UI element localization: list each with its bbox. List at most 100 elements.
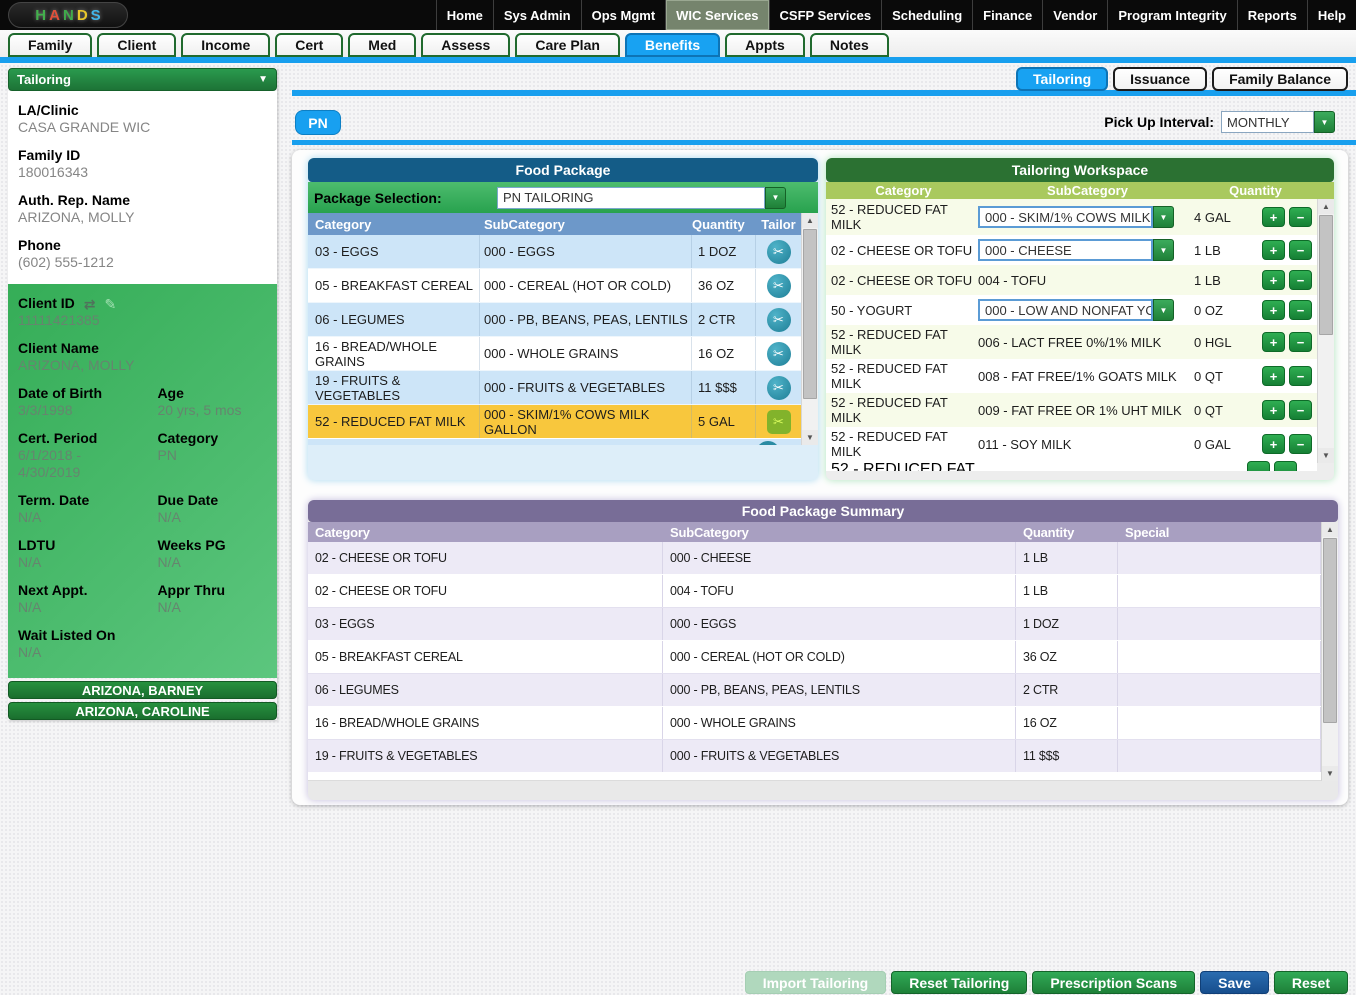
category-cell: 52 - REDUCED FAT MILK: [826, 361, 978, 391]
tab-cert[interactable]: Cert: [275, 33, 343, 57]
quantity-increase-button[interactable]: +: [1262, 332, 1285, 352]
save-button[interactable]: Save: [1200, 971, 1269, 994]
tab-income[interactable]: Income: [181, 33, 270, 57]
prescription-scans-button[interactable]: Prescription Scans: [1032, 971, 1195, 994]
reset-button[interactable]: Reset: [1274, 971, 1348, 994]
dropdown-arrow-icon[interactable]: ▼: [765, 187, 786, 209]
package-selection-value[interactable]: PN TAILORING: [497, 187, 765, 209]
quantity-decrease-button[interactable]: −: [1289, 332, 1312, 352]
quantity-cell: 1 LB: [1194, 243, 1258, 258]
subcategory-dropdown[interactable]: 000 - CHEESE ▼: [978, 239, 1194, 261]
column-header-category: Category: [308, 217, 480, 232]
scroll-down-icon[interactable]: ▼: [1318, 448, 1334, 463]
quantity-decrease-button[interactable]: −: [1289, 434, 1312, 454]
sidebar-section-dropdown[interactable]: Tailoring ▼: [8, 68, 277, 91]
quantity-increase-button[interactable]: +: [1262, 400, 1285, 420]
dropdown-arrow-icon[interactable]: ▼: [1153, 239, 1174, 261]
tab-med[interactable]: Med: [348, 33, 416, 57]
nav-item-vendor[interactable]: Vendor: [1042, 0, 1107, 30]
scroll-down-icon[interactable]: ▼: [1322, 766, 1338, 781]
nav-item-reports[interactable]: Reports: [1237, 0, 1307, 30]
scissors-icon[interactable]: ✂: [767, 410, 791, 434]
subcategory-dropdown[interactable]: 000 - LOW AND NONFAT YOG ▼: [978, 299, 1194, 321]
tab-assess[interactable]: Assess: [421, 33, 510, 57]
category-tab-pn[interactable]: PN: [295, 110, 341, 135]
quantity-decrease-button[interactable]: −: [1289, 270, 1312, 290]
view-tab-tailoring[interactable]: Tailoring: [1016, 67, 1108, 91]
quantity-decrease-button[interactable]: −: [1289, 300, 1312, 320]
quantity-decrease-button[interactable]: −: [1289, 366, 1312, 386]
quantity-buttons: + −: [1258, 332, 1312, 352]
view-tab-issuance[interactable]: Issuance: [1113, 67, 1207, 91]
pickup-interval-dropdown[interactable]: MONTHLY ▼: [1221, 111, 1335, 133]
scissors-icon[interactable]: ✂: [767, 308, 791, 332]
category-cell: 02 - CHEESE OR TOFU: [308, 575, 663, 607]
family-member-button-caroline[interactable]: ARIZONA, CAROLINE: [8, 702, 277, 720]
nav-item-finance[interactable]: Finance: [972, 0, 1042, 30]
food-package-row[interactable]: 06 - LEGUMES 000 - PB, BEANS, PEAS, LENT…: [308, 303, 801, 337]
swap-client-icon[interactable]: ⇄: [84, 297, 96, 311]
subcategory-dropdown-value[interactable]: 000 - LOW AND NONFAT YOG: [978, 299, 1153, 321]
quantity-increase-button[interactable]: +: [1262, 240, 1285, 260]
tab-benefits[interactable]: Benefits: [625, 33, 720, 57]
module-tab-row: Family Client Income Cert Med Assess Car…: [0, 30, 1356, 57]
nav-item-ops-mgmt[interactable]: Ops Mgmt: [581, 0, 666, 30]
edit-client-icon[interactable]: ✎: [105, 297, 117, 311]
food-package-row[interactable]: 16 - BREAD/WHOLE GRAINS 000 - WHOLE GRAI…: [308, 337, 801, 371]
food-package-row-selected[interactable]: 52 - REDUCED FAT MILK 000 - SKIM/1% COWS…: [308, 405, 801, 439]
nav-item-sys-admin[interactable]: Sys Admin: [493, 0, 581, 30]
ldtu-field: LDTU N/A: [18, 537, 157, 571]
nav-item-scheduling[interactable]: Scheduling: [881, 0, 972, 30]
subcategory-dropdown[interactable]: 000 - SKIM/1% COWS MILK GA ▼: [978, 206, 1194, 228]
quantity-increase-button[interactable]: +: [1262, 270, 1285, 290]
nav-item-help[interactable]: Help: [1307, 0, 1356, 30]
package-selection-dropdown[interactable]: PN TAILORING ▼: [497, 187, 786, 209]
quantity-increase-button[interactable]: +: [1262, 434, 1285, 454]
scroll-up-icon[interactable]: ▲: [1322, 522, 1338, 537]
nav-item-home[interactable]: Home: [436, 0, 493, 30]
scissors-icon[interactable]: ✂: [767, 342, 791, 366]
dropdown-arrow-icon[interactable]: ▼: [1314, 111, 1335, 133]
quantity-decrease-button[interactable]: −: [1289, 400, 1312, 420]
quantity-increase-button[interactable]: +: [1262, 300, 1285, 320]
nav-item-program-integrity[interactable]: Program Integrity: [1107, 0, 1236, 30]
summary-scrollbar[interactable]: ▲ ▼: [1321, 522, 1338, 781]
tab-client[interactable]: Client: [97, 33, 176, 57]
tab-family[interactable]: Family: [8, 33, 92, 57]
scrollbar-thumb[interactable]: [1319, 215, 1333, 335]
nav-item-wic-services[interactable]: WIC Services: [665, 0, 768, 30]
subcategory-dropdown-value[interactable]: 000 - CHEESE: [978, 239, 1153, 261]
import-tailoring-button[interactable]: Import Tailoring: [745, 971, 887, 994]
food-package-scrollbar[interactable]: ▲ ▼: [801, 213, 818, 445]
view-tab-family-balance[interactable]: Family Balance: [1212, 67, 1348, 91]
scroll-up-icon[interactable]: ▲: [802, 213, 818, 228]
quantity-decrease-button[interactable]: −: [1289, 240, 1312, 260]
scroll-down-icon[interactable]: ▼: [802, 430, 818, 445]
food-package-row[interactable]: 05 - BREAKFAST CEREAL 000 - CEREAL (HOT …: [308, 269, 801, 303]
tab-appts[interactable]: Appts: [725, 33, 805, 57]
scrollbar-thumb[interactable]: [1323, 538, 1337, 723]
scroll-up-icon[interactable]: ▲: [1318, 199, 1334, 214]
food-package-summary-title: Food Package Summary: [308, 500, 1338, 522]
quantity-cell: 0 QT: [1194, 403, 1258, 418]
scrollbar-thumb[interactable]: [803, 229, 817, 399]
subcategory-dropdown-value[interactable]: 000 - SKIM/1% COWS MILK GA: [978, 206, 1153, 228]
family-member-button-barney[interactable]: ARIZONA, BARNEY: [8, 681, 277, 699]
pickup-interval-value[interactable]: MONTHLY: [1221, 111, 1314, 133]
scissors-icon[interactable]: ✂: [767, 274, 791, 298]
food-package-row[interactable]: 03 - EGGS 000 - EGGS 1 DOZ ✂: [308, 235, 801, 269]
nav-item-csfp-services[interactable]: CSFP Services: [769, 0, 882, 30]
tab-care-plan[interactable]: Care Plan: [515, 33, 620, 57]
quantity-increase-button[interactable]: +: [1262, 207, 1285, 227]
dropdown-arrow-icon[interactable]: ▼: [1153, 299, 1174, 321]
tab-notes[interactable]: Notes: [810, 33, 889, 57]
dropdown-arrow-icon[interactable]: ▼: [1153, 206, 1174, 228]
hands-logo: HANDS: [8, 2, 128, 28]
reset-tailoring-button[interactable]: Reset Tailoring: [891, 971, 1027, 994]
scissors-icon[interactable]: ✂: [767, 376, 791, 400]
workspace-scrollbar[interactable]: ▲ ▼: [1317, 199, 1334, 463]
scissors-icon[interactable]: ✂: [767, 240, 791, 264]
quantity-increase-button[interactable]: +: [1262, 366, 1285, 386]
quantity-decrease-button[interactable]: −: [1289, 207, 1312, 227]
food-package-row[interactable]: 19 - FRUITS & VEGETABLES 000 - FRUITS & …: [308, 371, 801, 405]
